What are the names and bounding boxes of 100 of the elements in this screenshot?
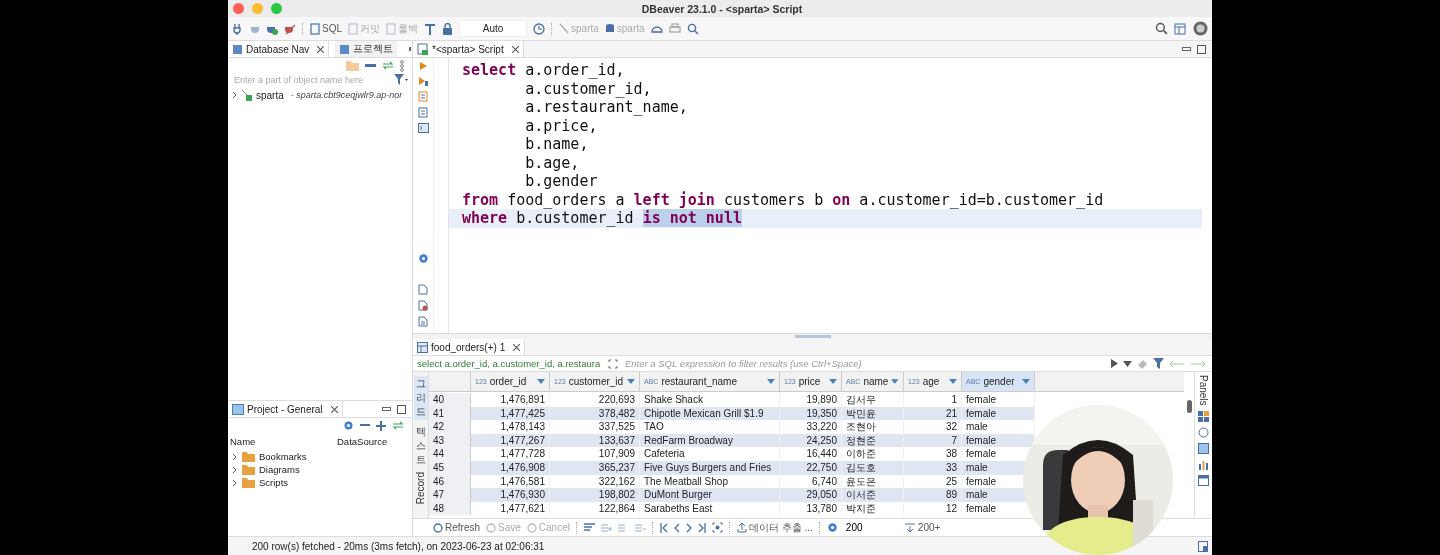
document-icon[interactable] xyxy=(418,300,428,311)
table-cell: male xyxy=(962,420,1035,434)
table-cell: Five Guys Burgers and Fries xyxy=(640,460,780,475)
chevron-icon[interactable] xyxy=(232,478,238,487)
window-icon[interactable] xyxy=(1198,474,1209,486)
toolbar-button[interactable]: SQL xyxy=(310,22,342,35)
table-cell: 22,750 xyxy=(780,460,842,475)
tree-item[interactable]: Scripts xyxy=(228,476,412,489)
document-icon xyxy=(310,22,320,35)
panels-tab[interactable]: Panels xyxy=(1198,375,1209,406)
document-icon[interactable] xyxy=(418,284,428,295)
toolbar-button[interactable]: Refresh xyxy=(433,522,480,533)
filter-icon[interactable] xyxy=(394,74,408,85)
view-tab[interactable]: 그리드 xyxy=(413,376,428,420)
table-cell: DuMont Burger xyxy=(640,488,780,502)
close-button[interactable] xyxy=(233,3,244,14)
record-button[interactable]: Record xyxy=(415,472,426,505)
lock-icon[interactable] xyxy=(442,22,453,35)
close-icon[interactable] xyxy=(513,343,521,351)
column-header[interactable]: Name xyxy=(230,436,337,447)
dropdown-icon[interactable] xyxy=(1123,360,1132,367)
history-icon[interactable] xyxy=(533,22,545,35)
dropdown-icon[interactable] xyxy=(829,379,837,384)
table-cell: 1,476,908 xyxy=(471,460,550,475)
table-cell: 378,482 xyxy=(550,406,640,421)
table-cell: 19,890 xyxy=(780,393,842,407)
table-cell: Chipotle Mexican Grill $1.9 xyxy=(640,406,780,421)
editor-tab[interactable]: *<sparta> Script xyxy=(413,41,524,57)
tree-item[interactable]: Bookmarks xyxy=(228,450,412,463)
table-cell: RedFarm Broadway xyxy=(640,433,780,448)
tree-item[interactable]: sparta - sparta.cbt9ceqjwlr9.ap-nor xyxy=(228,86,412,104)
chevron-icon[interactable] xyxy=(232,452,238,461)
circle-icon xyxy=(526,522,537,533)
resize-handle[interactable] xyxy=(794,335,831,338)
document-icon xyxy=(348,22,358,35)
collapse-icon[interactable] xyxy=(365,63,376,68)
table-cell: 7 xyxy=(904,433,962,448)
settings-icon[interactable] xyxy=(417,253,429,264)
plus-icon[interactable] xyxy=(376,420,386,431)
text-format-icon[interactable] xyxy=(424,22,436,35)
document-icon[interactable] xyxy=(418,316,428,327)
link-icon[interactable] xyxy=(382,61,394,70)
close-icon[interactable] xyxy=(511,45,519,53)
transaction-mode-field[interactable]: Auto xyxy=(459,20,527,37)
previous-icon[interactable] xyxy=(673,522,680,533)
document-icon xyxy=(386,22,396,35)
dropdown-icon[interactable] xyxy=(767,379,775,384)
table-cell: TAO xyxy=(640,420,780,434)
edit-icon[interactable] xyxy=(583,522,595,533)
table-cell: 33 xyxy=(904,460,962,475)
panel-tab[interactable]: 프로젝트 xyxy=(335,41,398,57)
panel-icon[interactable] xyxy=(1198,540,1208,552)
column-header[interactable]: DataSource xyxy=(337,436,388,447)
last-page-icon[interactable] xyxy=(697,522,706,533)
maximize-icon[interactable] xyxy=(397,404,406,414)
script-icon[interactable] xyxy=(418,107,428,118)
scrollbar-thumb[interactable] xyxy=(1186,400,1192,413)
search-icon[interactable] xyxy=(1155,22,1168,35)
maximize-icon[interactable] xyxy=(1197,44,1206,54)
dropdown-icon[interactable] xyxy=(891,379,899,384)
expand-icon[interactable] xyxy=(608,358,618,369)
script-icon xyxy=(417,43,429,55)
minus-icon[interactable] xyxy=(360,424,370,427)
circle-icon[interactable] xyxy=(1198,426,1209,438)
filter-icon[interactable] xyxy=(1153,358,1164,369)
grid-icon[interactable] xyxy=(1198,410,1209,422)
row-number: 42 xyxy=(429,420,471,434)
fetch-all-button[interactable]: 200+ xyxy=(903,522,941,533)
settings-icon[interactable] xyxy=(343,420,354,431)
play-icon[interactable] xyxy=(418,76,428,86)
focus-icon[interactable] xyxy=(711,522,723,533)
dropdown-icon[interactable] xyxy=(1022,379,1030,384)
chevron-icon[interactable] xyxy=(232,465,238,474)
results-tab[interactable]: food_orders(+) 1 xyxy=(413,339,526,355)
globe-icon[interactable] xyxy=(1193,21,1208,36)
perspective-icon[interactable] xyxy=(1174,22,1187,35)
close-icon[interactable] xyxy=(330,405,338,413)
chevron-icon[interactable] xyxy=(232,91,238,99)
table-cell: 1,477,728 xyxy=(471,447,550,461)
calendar-icon[interactable] xyxy=(1198,442,1209,454)
search-icon[interactable] xyxy=(686,22,699,35)
next-icon[interactable] xyxy=(685,522,692,533)
dropdown-icon[interactable] xyxy=(537,379,545,384)
dropdown-icon[interactable] xyxy=(627,379,635,384)
play-icon[interactable] xyxy=(1111,359,1118,368)
chart-icon[interactable] xyxy=(1198,458,1209,470)
close-icon[interactable] xyxy=(317,45,325,53)
table-cell: 365,237 xyxy=(550,460,640,475)
first-page-icon[interactable] xyxy=(659,522,668,533)
export-button[interactable]: 데이터 추출 ... xyxy=(736,520,813,535)
terminal-icon[interactable] xyxy=(417,123,429,133)
more-icon[interactable] xyxy=(400,59,404,72)
folder-icon xyxy=(242,464,255,475)
dropdown-icon[interactable] xyxy=(949,379,957,384)
view-tab[interactable]: 텍스트 xyxy=(413,424,428,468)
link-icon[interactable] xyxy=(392,421,404,430)
table-cell: 이하준 xyxy=(842,447,904,461)
window-title: DBeaver 23.1.0 - <sparta> Script xyxy=(641,2,803,15)
tree-item[interactable]: Diagrams xyxy=(228,463,412,476)
settings-icon[interactable] xyxy=(826,522,838,533)
